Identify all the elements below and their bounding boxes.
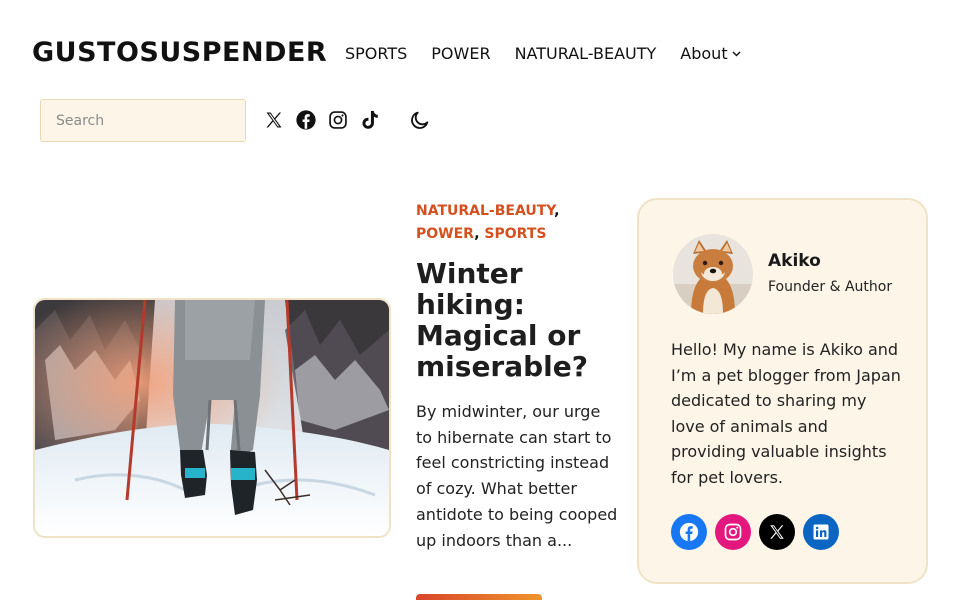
- nav-item-natural-beauty[interactable]: NATURAL-BEAUTY: [515, 44, 657, 63]
- nav-item-power[interactable]: POWER: [431, 44, 490, 63]
- instagram-icon[interactable]: [715, 514, 751, 550]
- header-social-links: [263, 108, 431, 132]
- tiktok-icon[interactable]: [359, 108, 381, 132]
- author-bio: Hello! My name is Akiko and I’m a pet bl…: [671, 340, 901, 487]
- read-more-button[interactable]: [416, 594, 542, 600]
- instagram-icon[interactable]: [327, 108, 349, 132]
- moon-icon[interactable]: [409, 108, 431, 132]
- nav-about-label: About: [680, 44, 728, 63]
- nav-item-about[interactable]: About: [680, 44, 741, 63]
- category-separator: ,: [554, 203, 560, 219]
- x-icon[interactable]: [759, 514, 795, 550]
- nav-item-sports[interactable]: SPORTS: [345, 44, 407, 63]
- category-separator: ,: [474, 226, 485, 242]
- x-icon[interactable]: [263, 108, 285, 132]
- linkedin-icon[interactable]: [803, 514, 839, 550]
- category-link-sports[interactable]: SPORTS: [484, 226, 546, 242]
- author-card: Akiko Founder & Author Hello! My name is…: [637, 198, 928, 584]
- category-link-natural-beauty[interactable]: NATURAL-BEAUTY: [416, 203, 554, 219]
- chevron-down-icon: [732, 51, 741, 56]
- post-excerpt: By midwinter, our urge to hibernate can …: [416, 402, 618, 550]
- main-nav: SPORTS POWER NATURAL-BEAUTY About: [345, 44, 741, 63]
- post-featured-image[interactable]: [33, 298, 391, 538]
- site-logo[interactable]: GUSTOSUSPENDER: [32, 37, 327, 68]
- category-link-power[interactable]: POWER: [416, 226, 474, 242]
- author-social-links: [671, 514, 839, 550]
- post-categories: NATURAL-BEAUTY, POWER, SPORTS: [416, 200, 616, 246]
- post-title[interactable]: Winter hiking: Magical or miserable?: [416, 258, 616, 382]
- facebook-icon[interactable]: [295, 108, 317, 132]
- search-input[interactable]: [40, 99, 246, 142]
- avatar: [673, 234, 753, 314]
- author-name: Akiko: [768, 251, 821, 271]
- author-role: Founder & Author: [768, 279, 893, 295]
- facebook-icon[interactable]: [671, 514, 707, 550]
